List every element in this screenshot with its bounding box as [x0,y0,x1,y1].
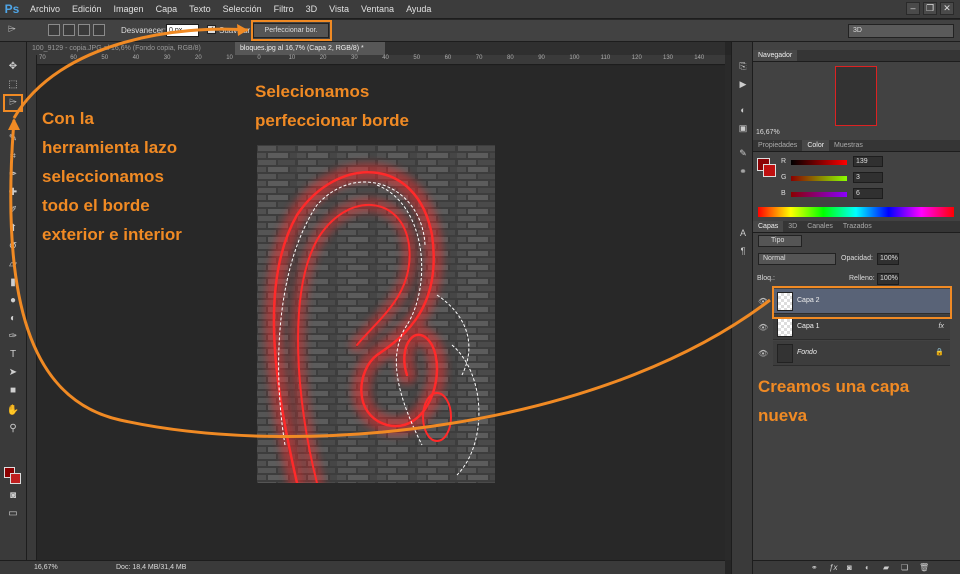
arrowhead-lasso [8,118,20,130]
photoshop-window: Ps Archivo Edición Imagen Capa Texto Sel… [0,0,960,574]
annotation-line: Selecionamos [255,82,370,101]
annotation-top: Selecionamos perfeccionar borde [255,77,409,135]
annotation-line: Con la [42,109,94,128]
annotation-line: Creamos una capa [758,377,910,396]
annotation-line: seleccionamos [42,167,164,186]
annotation-line: nueva [758,406,808,425]
annotation-arrows [8,24,771,438]
annotation-right: Creamos una capa nueva [758,372,909,430]
annotation-line: exterior e interior [42,225,182,244]
arrowhead-refine-edge [237,24,248,36]
annotation-line: perfeccionar borde [255,111,409,130]
annotation-line: todo el borde [42,196,150,215]
annotation-left: Con la herramienta lazo seleccionamos to… [42,104,182,249]
annotation-line: herramienta lazo [42,138,178,157]
